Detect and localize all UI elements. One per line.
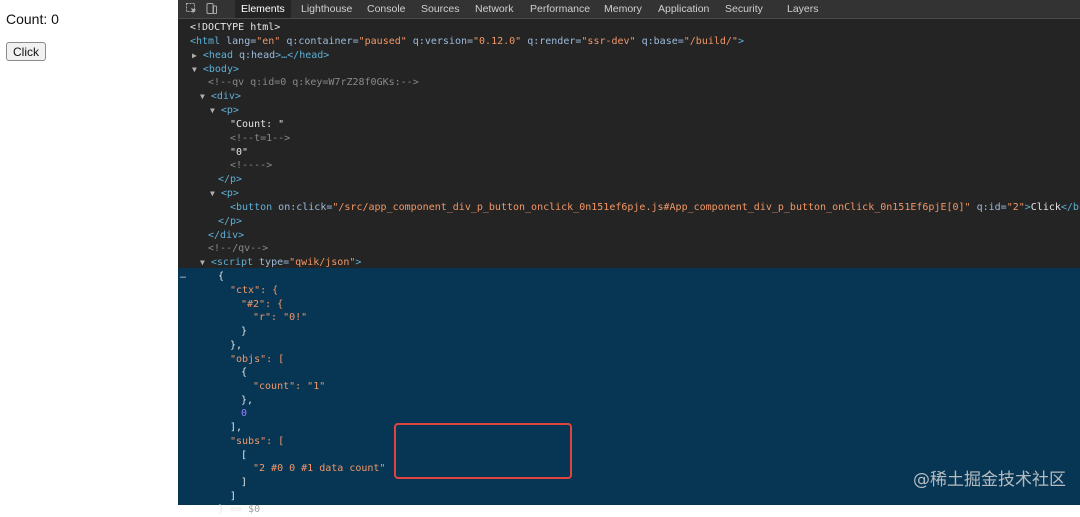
collapse-arrow-icon[interactable]: ▼ [192, 65, 197, 74]
json-line: "objs": [ [230, 354, 285, 365]
html-line[interactable]: <html lang="en" q:container="paused" q:v… [190, 35, 744, 49]
zero-string-line[interactable]: "0" [230, 146, 248, 160]
json-line: { [241, 367, 248, 378]
count-text: Count: 0 [6, 11, 59, 27]
div-close-line[interactable]: </div> [208, 229, 244, 243]
tab-layers[interactable]: Layers [787, 0, 819, 18]
device-toolbar-icon[interactable] [206, 3, 217, 14]
collapse-arrow-icon[interactable]: ▼ [200, 258, 205, 267]
tab-security[interactable]: Security [725, 0, 763, 18]
json-line: ] [230, 491, 237, 502]
tab-console[interactable]: Console [367, 0, 406, 18]
script-line[interactable]: ▼ <script type="qwik/json"> [200, 256, 361, 270]
json-line: [ [241, 450, 248, 461]
json-line: "r": "0!" [253, 312, 308, 323]
head-line[interactable]: ▶ <head q:head>…</head> [192, 49, 329, 63]
div-line[interactable]: ▼ <div> [200, 90, 241, 104]
qv-comment-line[interactable]: <!--qv q:id=0 q:key=W7rZ28f0GKs:--> [208, 76, 419, 90]
json-line: "subs": [ [230, 436, 285, 447]
tab-application[interactable]: Application [658, 0, 709, 18]
body-line[interactable]: ▼ <body> [192, 63, 239, 77]
expand-arrow-icon[interactable]: ▶ [192, 51, 197, 60]
count-string-line[interactable]: "Count: " [230, 118, 284, 132]
inspect-element-icon[interactable] [186, 3, 197, 14]
end-comment-line[interactable]: <!----> [230, 159, 272, 173]
tab-performance[interactable]: Performance [530, 0, 590, 18]
qv-end-comment-line[interactable]: <!--/qv--> [208, 242, 268, 256]
json-line: "#2": { [241, 299, 284, 310]
p-close-line[interactable]: </p> [218, 173, 242, 187]
elements-tree: … <!DOCTYPE html> <html lang="en" q:cont… [178, 19, 1080, 515]
doctype-line: <!DOCTYPE html> [190, 22, 281, 33]
tab-memory[interactable]: Memory [604, 0, 642, 18]
json-line: "2 #0 0 #1 data count" [253, 463, 386, 474]
json-line: ], [230, 422, 243, 433]
collapse-arrow-icon[interactable]: ▼ [210, 106, 215, 115]
p2-line[interactable]: ▼ <p> [210, 187, 239, 201]
json-line: ] [241, 477, 248, 488]
p-line[interactable]: ▼ <p> [210, 104, 239, 118]
rendered-page: Count: 0 Click [0, 0, 178, 505]
node-ellipsis[interactable]: … [180, 270, 186, 281]
tab-lighthouse[interactable]: Lighthouse [301, 0, 352, 18]
p2-close-line[interactable]: </p> [218, 215, 242, 229]
button-line[interactable]: <button on:click="/src/app_component_div… [230, 201, 1080, 215]
json-line: }, [241, 395, 254, 406]
json-line: { [218, 271, 225, 282]
json-line: 0 [241, 408, 248, 419]
tab-network[interactable]: Network [475, 0, 514, 18]
watermark: @稀土掘金技术社区 [913, 470, 1066, 490]
json-end-line: } == $0 [218, 504, 261, 515]
collapse-arrow-icon[interactable]: ▼ [210, 189, 215, 198]
tab-sources[interactable]: Sources [421, 0, 460, 18]
tab-elements[interactable]: Elements [235, 0, 291, 18]
collapse-arrow-icon[interactable]: ▼ [200, 92, 205, 101]
devtools-tab-bar: Elements Lighthouse Console Sources Netw… [178, 0, 1080, 19]
click-button[interactable]: Click [6, 42, 46, 61]
t-comment-line[interactable]: <!--t=1--> [230, 132, 290, 146]
json-line: "count": "1" [253, 381, 326, 392]
json-line: } [241, 326, 248, 337]
json-line: }, [230, 340, 243, 351]
subs-highlight-box [394, 423, 572, 479]
devtools-panel: Elements Lighthouse Console Sources Netw… [178, 0, 1080, 515]
json-line: "ctx": { [230, 285, 279, 296]
